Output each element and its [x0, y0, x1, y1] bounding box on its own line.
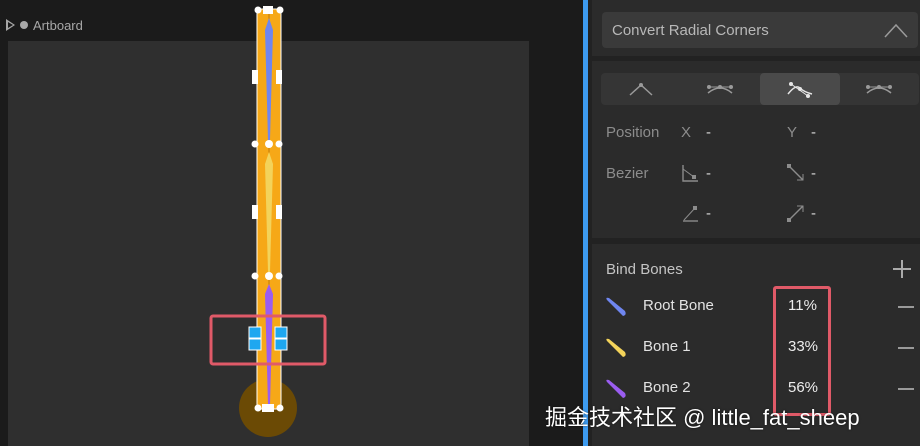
mirrored-mode-button[interactable]: [681, 73, 761, 105]
asymmetric-mode-button[interactable]: [840, 73, 920, 105]
bone-name: Bone 1: [643, 338, 691, 355]
bezier-out-icon: [787, 164, 804, 181]
bezier-out-value[interactable]: -: [811, 165, 816, 182]
bone-mesh[interactable]: [0, 0, 583, 446]
remove-bone-button[interactable]: [898, 388, 914, 390]
x-value[interactable]: -: [706, 124, 711, 141]
bone-name: Bone 2: [643, 379, 691, 396]
watermark: 掘金技术社区 @ little_fat_sheep: [545, 405, 860, 430]
asymmetric-icon: [866, 85, 893, 94]
add-bone-button[interactable]: [893, 260, 911, 278]
x-label: X: [681, 124, 692, 141]
bone-name: Root Bone: [643, 297, 714, 314]
position-label: Position: [606, 124, 660, 141]
corner-icon: [884, 23, 908, 38]
y-value[interactable]: -: [811, 124, 816, 141]
bezier-in-icon: [682, 165, 698, 182]
remove-bone-button[interactable]: [898, 306, 914, 308]
root-bone-icon: [606, 297, 626, 316]
bezier-out2-icon: [787, 205, 804, 222]
y-label: Y: [787, 124, 798, 141]
mirrored-icon: [707, 85, 734, 94]
weights-highlight: [773, 286, 831, 416]
convert-label: Convert Radial Corners: [612, 21, 769, 39]
bind-bones-title: Bind Bones: [606, 261, 683, 278]
bone-row-root[interactable]: Root Bone 11%: [592, 292, 920, 322]
bezier-label: Bezier: [606, 165, 649, 182]
bone-row-1[interactable]: Bone 1 33%: [592, 333, 920, 363]
bezier-in2-value[interactable]: -: [706, 205, 711, 222]
bone-2-icon: [606, 379, 626, 398]
detached-mode-button[interactable]: [760, 73, 840, 105]
straight-mode-button[interactable]: [601, 73, 681, 105]
detached-icon: [787, 82, 812, 98]
bezier-out2-value[interactable]: -: [811, 205, 816, 222]
bone-1-icon: [606, 338, 626, 357]
bezier-in-value[interactable]: -: [706, 165, 711, 182]
remove-bone-button[interactable]: [898, 347, 914, 349]
convert-radial-corners-button[interactable]: Convert Radial Corners: [602, 12, 918, 48]
vertex-mode-toggle[interactable]: [601, 73, 919, 105]
canvas-area[interactable]: Artboard: [0, 0, 583, 446]
bezier-in2-icon: [683, 206, 698, 222]
straight-icon: [629, 83, 653, 96]
